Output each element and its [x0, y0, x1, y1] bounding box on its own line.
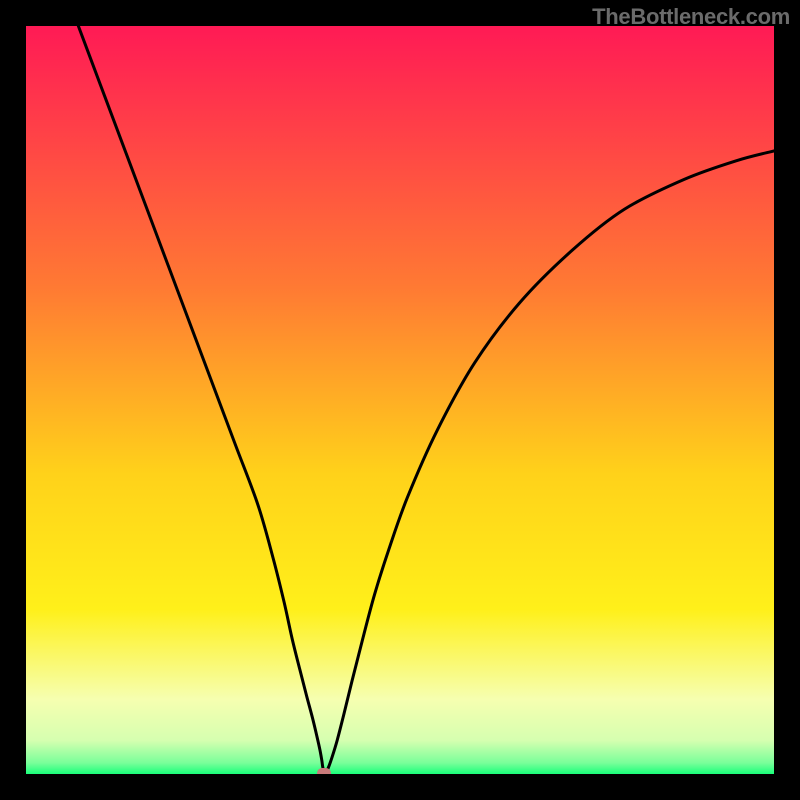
- chart-frame: TheBottleneck.com: [0, 0, 800, 800]
- minimum-marker: [317, 768, 331, 774]
- plot-area: [26, 26, 774, 774]
- gradient-background: [26, 26, 774, 774]
- chart-svg: [26, 26, 774, 774]
- watermark-text: TheBottleneck.com: [592, 4, 790, 30]
